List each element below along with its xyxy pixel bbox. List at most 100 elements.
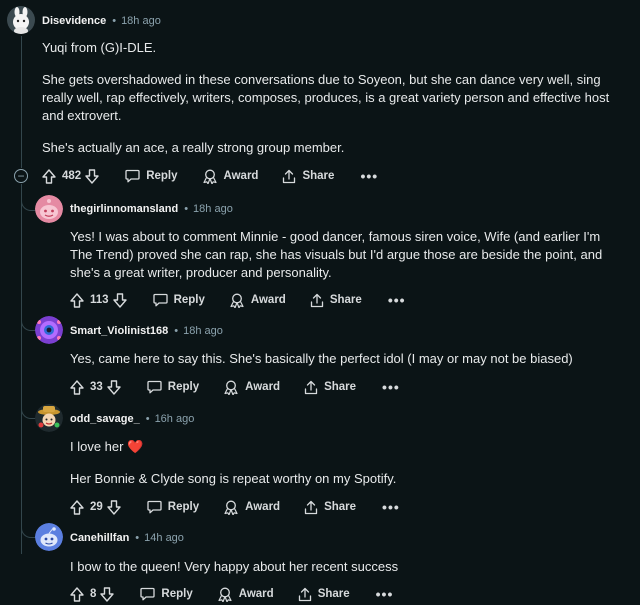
upvote-button[interactable] — [70, 379, 84, 395]
vote-count: 482 — [62, 170, 82, 182]
share-button[interactable]: Share — [304, 500, 356, 515]
reply-connector — [21, 196, 36, 211]
more-options-button[interactable]: ••• — [382, 380, 400, 394]
share-button[interactable]: Share — [298, 587, 350, 602]
upvote-arrow-icon — [70, 292, 84, 308]
downvote-arrow-icon — [85, 168, 99, 184]
comment-body: I love her ❤️ Her Bonnie & Clyde song is… — [70, 438, 625, 488]
speech-bubble-icon — [125, 169, 140, 183]
award-ribbon-icon — [230, 293, 244, 308]
comment-actions: 8 Reply Award Share ••• — [70, 583, 393, 605]
vote-count: 29 — [90, 501, 103, 513]
timestamp[interactable]: 14h ago — [144, 532, 184, 544]
more-options-button[interactable]: ••• — [376, 587, 394, 601]
reply-button[interactable]: Reply — [125, 169, 178, 183]
reply-connector — [21, 316, 36, 331]
comment-paragraph: She gets overshadowed in these conversat… — [42, 72, 610, 123]
share-button[interactable]: Share — [282, 169, 334, 184]
comment-actions: 113 Reply Award Share ••• — [70, 289, 406, 311]
username[interactable]: Smart_Violinist168 — [70, 325, 168, 337]
reply-button[interactable]: Reply — [140, 587, 193, 601]
comment-paragraph: I love her — [70, 439, 124, 454]
username[interactable]: odd_savage_ — [70, 413, 140, 425]
award-label: Award — [245, 501, 281, 513]
upvote-arrow-icon — [42, 168, 56, 184]
timestamp[interactable]: 18h ago — [183, 325, 223, 337]
upvote-button[interactable] — [70, 292, 84, 308]
reply-connector — [21, 404, 36, 419]
avatar[interactable] — [35, 195, 63, 223]
vote-count: 113 — [90, 294, 109, 306]
reply-label: Reply — [161, 588, 193, 600]
comment-paragraph: Yuqi from (G)I-DLE. — [42, 40, 157, 55]
speech-bubble-icon — [140, 587, 156, 601]
award-button[interactable]: Award — [223, 500, 280, 515]
username[interactable]: Disevidence — [42, 15, 106, 27]
award-button[interactable]: Award — [217, 587, 274, 602]
downvote-arrow-icon — [107, 499, 121, 515]
avatar[interactable] — [35, 404, 63, 432]
award-button[interactable]: Award — [202, 169, 259, 184]
share-label: Share — [324, 501, 357, 513]
meta-separator: • — [135, 532, 140, 544]
pink-snoo-avatar — [35, 195, 63, 223]
share-button[interactable]: Share — [304, 380, 356, 395]
timestamp[interactable]: 18h ago — [121, 15, 161, 27]
share-upload-icon — [283, 169, 296, 183]
comment-actions: 482 Reply Award Share ••• — [42, 165, 378, 187]
award-button[interactable]: Award — [223, 380, 280, 395]
award-ribbon-icon — [218, 587, 232, 602]
avatar[interactable] — [35, 523, 63, 551]
upvote-button[interactable] — [70, 586, 84, 602]
downvote-button[interactable] — [112, 292, 127, 308]
username[interactable]: Canehillfan — [70, 532, 129, 544]
award-button[interactable]: Award — [229, 293, 286, 308]
avatar[interactable] — [7, 6, 35, 34]
award-label: Award — [223, 170, 259, 182]
comment-paragraph: Her Bonnie & Clyde song is repeat worthy… — [70, 471, 397, 486]
more-options-button[interactable]: ••• — [388, 293, 406, 307]
downvote-button[interactable] — [100, 586, 115, 602]
downvote-arrow-icon — [112, 292, 127, 308]
reply-button[interactable]: Reply — [152, 293, 205, 307]
heart-emoji: ❤️ — [127, 439, 144, 454]
upvote-button[interactable] — [70, 499, 84, 515]
downvote-button[interactable] — [85, 168, 99, 184]
share-label: Share — [329, 294, 362, 306]
comment-actions: 33 Reply Award Share ••• — [70, 376, 400, 398]
award-label: Award — [245, 381, 281, 393]
comment-paragraph: Yes! I was about to comment Minnie - goo… — [70, 229, 603, 280]
avatar[interactable] — [35, 316, 63, 344]
collapse-thread-button[interactable]: − — [14, 169, 28, 183]
meta-separator: • — [145, 413, 150, 425]
reply-connector — [21, 523, 36, 538]
share-upload-icon — [298, 587, 311, 601]
more-options-button[interactable]: ••• — [360, 169, 378, 183]
comment-body: Yes! I was about to comment Minnie - goo… — [70, 228, 625, 282]
share-label: Share — [302, 170, 335, 182]
comment-actions: 29 Reply Award Share ••• — [70, 496, 400, 518]
thread-line-main — [21, 36, 22, 168]
upvote-button[interactable] — [42, 168, 56, 184]
upvote-arrow-icon — [70, 379, 84, 395]
award-ribbon-icon — [224, 380, 238, 395]
timestamp[interactable]: 16h ago — [155, 413, 195, 425]
award-label: Award — [250, 294, 286, 306]
reply-button[interactable]: Reply — [147, 500, 199, 514]
award-ribbon-icon — [202, 169, 217, 184]
cartoon-cowboy-avatar — [35, 404, 63, 432]
username[interactable]: thegirlinnomansland — [70, 203, 178, 215]
downvote-button[interactable] — [107, 499, 121, 515]
comment-paragraph: Yes, came here to say this. She's basica… — [70, 351, 573, 366]
downvote-button[interactable] — [107, 379, 121, 395]
share-button[interactable]: Share — [310, 293, 362, 308]
comment-paragraph: I bow to the queen! Very happy about her… — [70, 559, 399, 574]
upvote-arrow-icon — [70, 586, 84, 602]
share-label: Share — [324, 381, 357, 393]
share-label: Share — [317, 588, 350, 600]
timestamp[interactable]: 18h ago — [193, 203, 233, 215]
share-upload-icon — [304, 500, 318, 514]
reply-button[interactable]: Reply — [147, 380, 199, 394]
more-options-button[interactable]: ••• — [382, 500, 400, 514]
purple-robot-avatar — [35, 316, 63, 344]
